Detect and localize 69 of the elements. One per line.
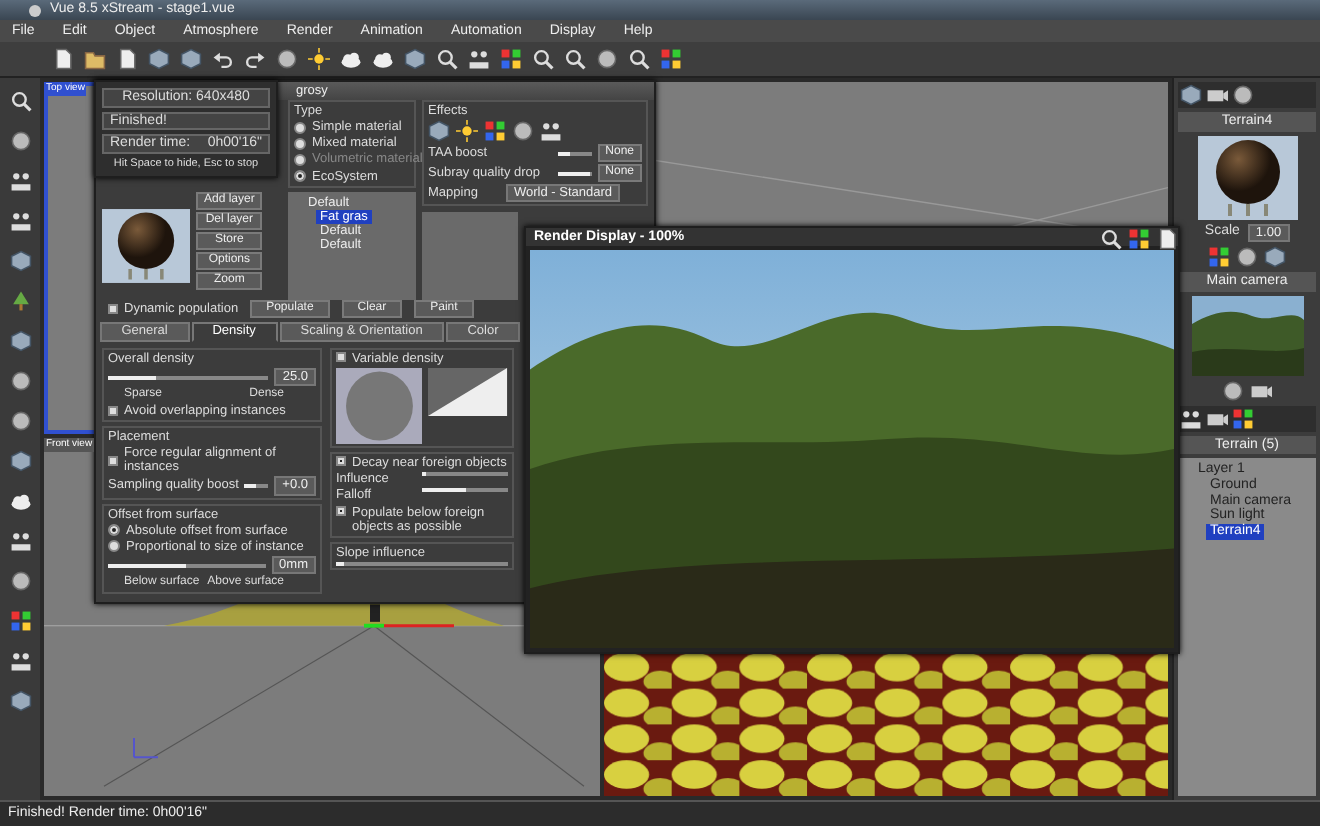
undo-icon[interactable] [212,48,234,70]
cloud-icon[interactable] [372,48,394,70]
radio-button[interactable] [108,540,120,553]
search-icon[interactable] [9,90,31,112]
slider-track[interactable] [558,151,592,156]
search-icon[interactable] [436,48,458,70]
slider-track[interactable] [108,375,269,380]
folder-icon[interactable] [84,48,106,70]
app-icon [28,3,42,17]
cube-icon[interactable] [9,330,31,352]
material-preview [1197,135,1297,220]
axis-gizmo [133,736,159,759]
checkbox[interactable] [108,303,118,314]
density-sphere-preview [336,368,423,445]
checkbox[interactable] [336,505,346,516]
sphere-icon[interactable] [9,130,31,152]
preview-panel [422,212,518,300]
checkbox[interactable] [108,405,118,416]
search-icon[interactable] [532,48,554,70]
search-icon[interactable] [628,48,650,70]
sun-icon[interactable] [456,120,478,143]
sphere-icon[interactable] [9,370,31,392]
sphere-icon[interactable] [276,48,298,70]
grid-icon[interactable] [484,120,506,143]
checkbox[interactable] [108,455,118,466]
grid-icon[interactable] [500,48,522,70]
slider-track[interactable] [336,561,508,566]
radio-button[interactable] [108,524,120,537]
document-icon[interactable] [52,48,74,70]
radio-button[interactable] [294,170,306,183]
grid-icon[interactable] [660,48,682,70]
search-icon[interactable] [1100,228,1122,250]
tree-icon[interactable] [9,290,31,312]
cube-icon[interactable] [1180,84,1202,106]
cube-icon[interactable] [148,48,170,70]
cube-icon[interactable] [9,250,31,272]
cube-icon[interactable] [428,120,450,143]
search-icon[interactable] [564,48,586,70]
cube-icon[interactable] [180,48,202,70]
sphere-icon[interactable] [1236,245,1258,268]
slider-track[interactable] [422,488,508,493]
forest-thumbnail [1191,295,1303,376]
checkbox[interactable] [336,352,346,362]
sphere-icon[interactable] [9,570,31,592]
grid-icon[interactable] [9,610,31,632]
slider-track[interactable] [108,563,266,568]
sphere-icon[interactable] [596,48,618,70]
sphere-icon[interactable] [1222,379,1244,402]
grid-icon[interactable] [1208,245,1230,268]
sphere-icon[interactable] [512,120,534,143]
cube-icon[interactable] [404,48,426,70]
slider-track[interactable] [422,472,508,477]
camera-icon[interactable] [1206,84,1228,106]
cube-icon[interactable] [9,450,31,472]
gradient-curve-preview [428,368,508,417]
cloud-icon[interactable] [9,490,31,512]
redo-icon[interactable] [244,48,266,70]
document-icon[interactable] [116,48,138,70]
radio-button[interactable] [294,121,306,134]
sphere-icon[interactable] [9,410,31,432]
grid-icon[interactable] [1128,228,1150,250]
sun-icon[interactable] [308,48,330,70]
cube-icon[interactable] [9,690,31,712]
cube-icon[interactable] [1264,245,1286,268]
checkbox[interactable] [336,456,346,467]
sphere-icon[interactable] [1232,84,1254,106]
radio-button[interactable] [294,137,306,150]
grid-icon[interactable] [1232,407,1254,430]
cloud-icon[interactable] [340,48,362,70]
